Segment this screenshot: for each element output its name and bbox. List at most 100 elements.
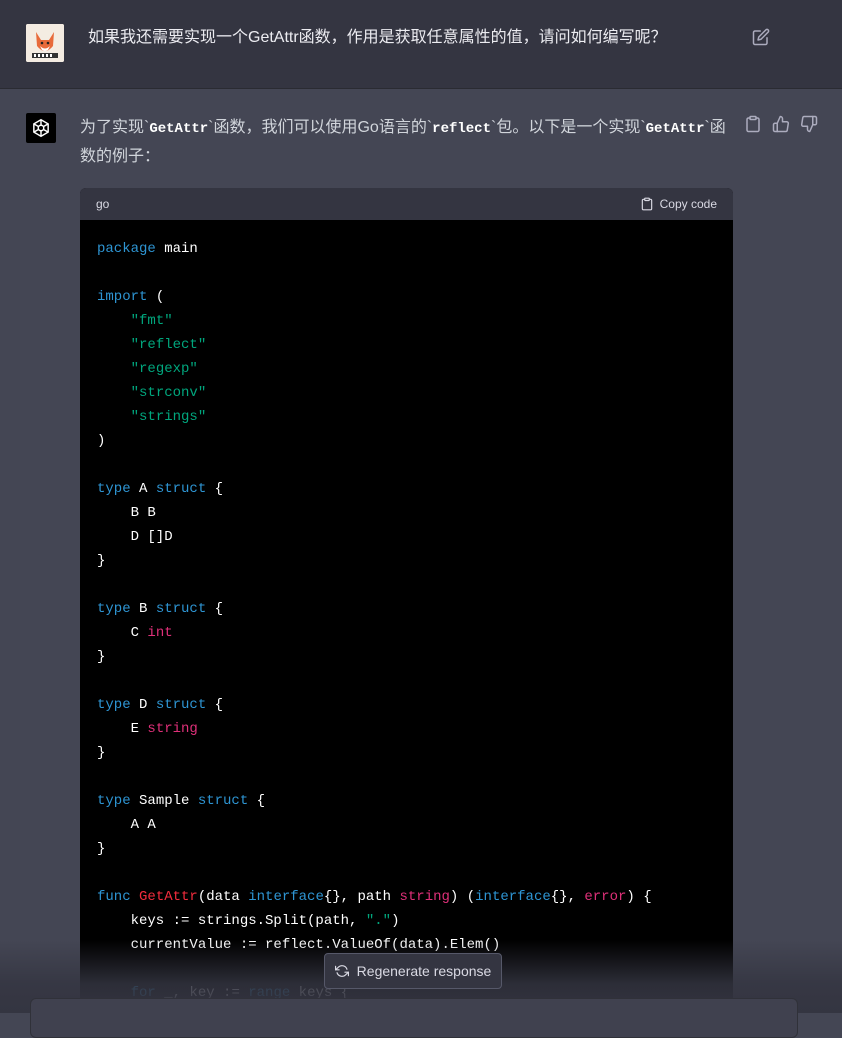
code-line: "strings" [97, 405, 717, 429]
code-token: type [97, 601, 131, 617]
code-token: ) [391, 913, 400, 929]
code-token: package [97, 241, 156, 257]
thumbs-down-icon[interactable] [800, 115, 820, 135]
code-token: currentValue := reflect.ValueOf(data).El… [97, 937, 501, 953]
code-token: type [97, 481, 131, 497]
code-line: D []D [97, 525, 717, 549]
refresh-icon [334, 965, 349, 977]
code-token: } [97, 649, 106, 665]
code-token: interface [248, 889, 324, 905]
intro-text-3: `包。以下是一个实现` [490, 119, 646, 136]
copy-code-label: Copy code [659, 197, 717, 211]
code-token: D [130, 697, 156, 713]
code-token: A A [97, 817, 156, 833]
code-token: "strconv" [130, 385, 207, 401]
code-token: } [97, 745, 106, 761]
chat-input[interactable] [30, 998, 798, 1038]
code-token: { [206, 481, 224, 497]
code-line: "reflect" [97, 333, 717, 357]
user-message-row: 如果我还需要实现一个GetAttr函数，作用是获取任意属性的值，请问如何编写呢？ [0, 0, 842, 89]
code-token: { [206, 697, 224, 713]
code-language-label: go [96, 197, 110, 211]
inline-code-reflect: reflect [432, 121, 491, 137]
inline-code-getattr-2: GetAttr [645, 121, 705, 137]
code-token: int [147, 625, 173, 641]
inline-code-getattr: GetAttr [149, 121, 209, 137]
code-line: func GetAttr(data interface{}, path stri… [97, 885, 717, 909]
user-message-text: 如果我还需要实现一个GetAttr函数，作用是获取任意属性的值，请问如何编写呢？ [88, 29, 667, 46]
code-token: "." [365, 913, 392, 929]
thumbs-up-icon[interactable] [772, 115, 792, 135]
code-token: struct [197, 793, 249, 809]
code-content: package main import ( "fmt" "reflect" "re… [80, 220, 733, 1005]
code-token: main [155, 241, 198, 257]
openai-logo-icon [33, 118, 49, 138]
code-line: B B [97, 501, 717, 525]
code-token: } [97, 841, 106, 857]
code-line: E string [97, 717, 717, 741]
regenerate-response-button[interactable]: Regenerate response [324, 953, 502, 989]
code-token: { [206, 601, 224, 617]
code-token: C [97, 625, 148, 641]
clipboard-icon[interactable] [744, 115, 764, 135]
code-token: (data [197, 889, 249, 905]
code-token: "strings" [130, 409, 207, 425]
code-line: "regexp" [97, 357, 717, 381]
code-token: "regexp" [130, 361, 198, 377]
code-token: "reflect" [130, 337, 207, 353]
code-token: keys := strings.Split(path, [97, 913, 366, 929]
code-token: A [130, 481, 156, 497]
code-token: struct [155, 481, 207, 497]
code-line: A A [97, 813, 717, 837]
code-line: type Sample struct { [97, 789, 717, 813]
user-avatar [26, 24, 64, 62]
code-line: } [97, 837, 717, 861]
code-token: B [130, 601, 156, 617]
code-line: type B struct { [97, 597, 717, 621]
code-token: string [147, 721, 198, 737]
code-line: keys := strings.Split(path, ".") [97, 909, 717, 933]
code-line: ) [97, 429, 717, 453]
code-line: } [97, 549, 717, 573]
code-line: } [97, 741, 717, 765]
code-token: GetAttr [139, 889, 198, 905]
code-line: type A struct { [97, 477, 717, 501]
code-token: "fmt" [130, 313, 173, 329]
code-token: E [97, 721, 148, 737]
code-token: {}, [550, 889, 585, 905]
edit-icon[interactable] [752, 28, 770, 46]
code-token: struct [155, 697, 207, 713]
code-token: string [399, 889, 450, 905]
code-block-header: go Copy code [80, 188, 733, 220]
code-line: "strconv" [97, 381, 717, 405]
code-line: "fmt" [97, 309, 717, 333]
code-token: } [97, 553, 106, 569]
code-token: ) [97, 433, 106, 449]
code-token: Sample [130, 793, 198, 809]
code-token: B B [97, 505, 156, 521]
code-token: D []D [97, 529, 173, 545]
code-token: error [584, 889, 627, 905]
code-line: import ( [97, 285, 717, 309]
code-token: type [97, 697, 131, 713]
code-token: {}, path [323, 889, 400, 905]
code-token: ) ( [449, 889, 476, 905]
code-token: struct [155, 601, 207, 617]
intro-text-2: `函数，我们可以使用Go语言的` [208, 119, 433, 136]
code-line: type D struct { [97, 693, 717, 717]
message-actions [744, 115, 820, 135]
code-line: } [97, 645, 717, 669]
intro-text-1: 为了实现` [80, 119, 150, 136]
code-token: ) { [626, 889, 652, 905]
assistant-avatar [26, 113, 56, 143]
copy-code-button[interactable]: Copy code [640, 196, 717, 212]
